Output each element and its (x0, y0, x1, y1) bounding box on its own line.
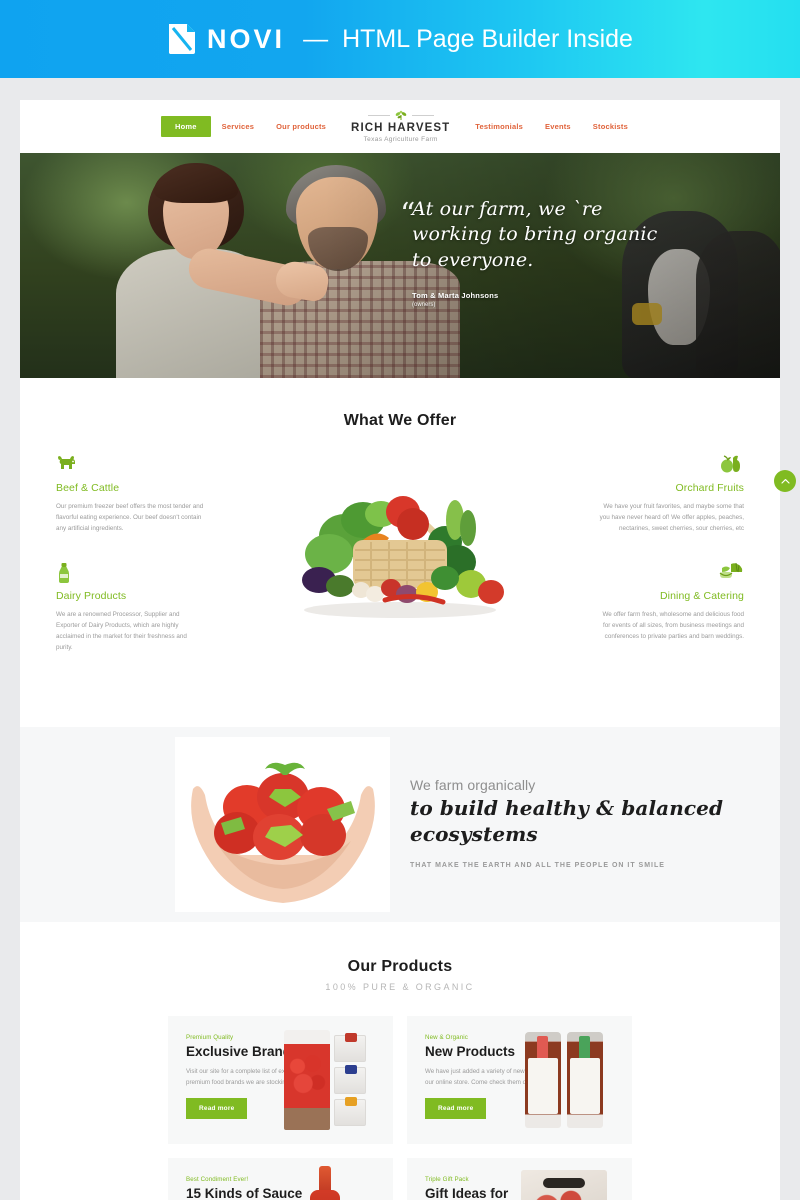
organic-farming-section: We farm organically to build healthy & b… (20, 727, 780, 923)
hero-quote-role: (owners) (412, 302, 436, 309)
cow-icon (56, 454, 204, 476)
page-background: Home Services Our products RICH HARVEST … (0, 78, 800, 1200)
site-container: Home Services Our products RICH HARVEST … (20, 100, 796, 1200)
novi-dash: — (303, 24, 329, 53)
nav-item-our-products[interactable]: Our products (265, 117, 337, 136)
what-we-offer-section: What We Offer Beef & Cattle Our premium … (20, 378, 796, 728)
products-grid: Premium Quality Exclusive Brands Visit o… (20, 992, 780, 1200)
feature-title: Dairy Products (56, 590, 127, 603)
feature-title: Dining & Catering (660, 590, 744, 603)
sprout-icon (394, 110, 408, 121)
fruit-icon (596, 454, 744, 476)
card-artwork-gift-pack (504, 1158, 624, 1200)
offer-title: What We Offer (343, 412, 457, 429)
read-more-button[interactable]: Read more (425, 1098, 487, 1120)
nav-item-testimonials[interactable]: Testimonials (464, 117, 534, 136)
strawberries-in-hands-image (175, 737, 390, 913)
feature-orchard-fruits: Orchard Fruits We have your fruit favori… (596, 454, 744, 534)
site-logo[interactable]: RICH HARVEST Texas Agriculture Farm (351, 110, 450, 143)
feature-dairy-products: Dairy Products We are a renowned Process… (56, 562, 204, 653)
our-products-section: Our Products 100% PURE & ORGANIC Premium… (20, 922, 780, 1200)
card-artwork-tomato-sauce-bottle (265, 1158, 385, 1200)
hero-quote-author: Tom & Marta Johnsons (412, 291, 499, 301)
logo-name: RICH HARVEST (351, 122, 451, 134)
read-more-button[interactable]: Read more (186, 1098, 248, 1120)
feature-title: Orchard Fruits (675, 482, 744, 494)
products-title: Our Products (347, 958, 453, 976)
nav-item-events[interactable]: Events (534, 117, 582, 136)
novi-brand-text: NOVI (207, 23, 286, 54)
feature-title: Beef & Cattle (56, 482, 120, 494)
organic-line-1: We farm organically (410, 777, 536, 794)
card-artwork-strawberry-package (265, 1016, 385, 1144)
nav-item-stockists[interactable]: Stockists (582, 117, 639, 136)
scroll-to-top-button[interactable] (774, 470, 796, 492)
site-header: Home Services Our products RICH HARVEST … (20, 100, 780, 153)
feature-text: We are a renowned Processor, Supplier an… (56, 611, 187, 652)
product-card-gift-ideas[interactable]: Triple Gift Pack Gift Ideas for Friends … (407, 1158, 632, 1200)
salad-icon (596, 562, 744, 584)
logo-rule-right (411, 115, 434, 116)
feature-text: Our premium freezer beef offers the most… (56, 503, 204, 533)
feature-text: We have your fruit favorites, and maybe … (599, 503, 744, 533)
product-card-new-products[interactable]: New & Organic New Products We have just … (407, 1016, 632, 1145)
novi-promo-banner: NOVI — HTML Page Builder Inside (0, 0, 800, 78)
chevron-up-icon (780, 478, 790, 485)
organic-line-2: to build healthy & balanced ecosystems (410, 796, 724, 846)
offer-column-left: Beef & Cattle Our premium freezer beef o… (56, 454, 204, 681)
hero-quote-text: At our farm, we `re working to bring org… (412, 198, 658, 271)
organic-line-3: THAT MAKE THE EARTH AND ALL THE PEOPLE O… (410, 861, 665, 869)
offer-column-right: Orchard Fruits We have your fruit favori… (596, 454, 744, 681)
nav-item-services[interactable]: Services (211, 117, 265, 136)
feature-beef-cattle: Beef & Cattle Our premium freezer beef o… (56, 454, 204, 534)
hero-quote-block: “ At our farm, we `re working to bring o… (400, 197, 664, 309)
logo-subtitle: Texas Agriculture Farm (363, 135, 438, 143)
feature-text: We offer farm fresh, wholesome and delic… (602, 611, 744, 641)
card-artwork-sauce-jars (504, 1016, 624, 1144)
organic-text-block: We farm organically to build healthy & b… (410, 777, 780, 871)
offer-vegetable-basket-image (228, 454, 572, 629)
logo-rule-left (367, 115, 390, 116)
nav-item-home[interactable]: Home (161, 116, 211, 137)
hero-couple-photo (20, 153, 780, 378)
product-card-exclusive-brands[interactable]: Premium Quality Exclusive Brands Visit o… (168, 1016, 393, 1145)
product-card-kinds-of-sauce[interactable]: Best Condiment Ever! 15 Kinds of Sauce W… (168, 1158, 393, 1200)
feature-dining-catering: Dining & Catering We offer farm fresh, w… (596, 562, 744, 642)
products-subtitle: 100% PURE & ORGANIC (325, 982, 475, 993)
novi-tagline: HTML Page Builder Inside (342, 24, 633, 53)
hero-section: “ At our farm, we `re working to bring o… (20, 153, 780, 378)
main-navigation: Home Services Our products RICH HARVEST … (161, 110, 639, 143)
novi-logo-icon (167, 22, 197, 56)
milk-bottle-icon (56, 562, 204, 584)
